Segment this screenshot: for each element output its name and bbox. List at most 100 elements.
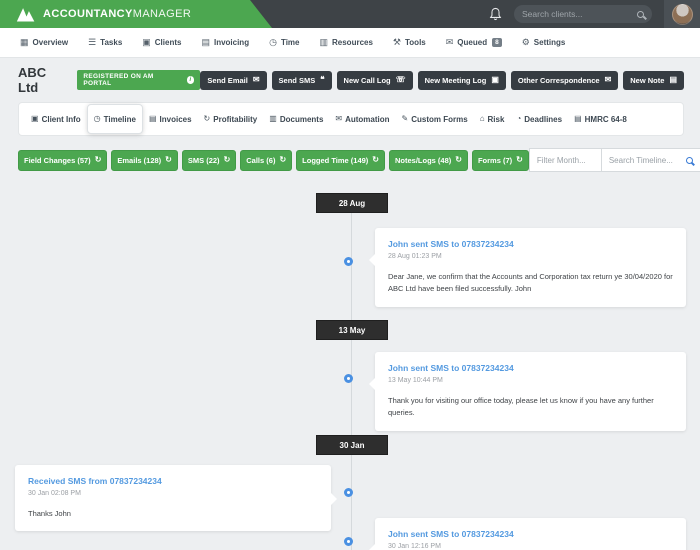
tab-label: Invoices — [159, 114, 192, 124]
timeline-entry-body: Thank you for visiting our office today,… — [388, 396, 654, 418]
client-identity: ABC Ltd REGISTERED ON AM PORTAL i — [18, 65, 201, 95]
new-meeting-log-button[interactable]: New Meeting Log ▣ — [417, 70, 506, 90]
timeline-card-sms-received: Received SMS from 07837234234 30 Jan 02:… — [15, 465, 337, 532]
timeline-node-dot — [344, 537, 353, 546]
timeline-date-chip: 13 May — [316, 320, 388, 340]
timeline-card-sms-sent: John sent SMS to 07837234234 13 May 10:4… — [369, 352, 686, 431]
button-label: New Call Log — [343, 75, 391, 85]
filter-forms-button[interactable]: Forms (7) ↻ — [471, 149, 529, 171]
button-label: New Meeting Log — [424, 75, 487, 85]
user-avatar[interactable] — [671, 3, 693, 25]
nav-item-settings[interactable]: ⚙ Settings — [512, 28, 576, 58]
send-email-button[interactable]: Send Email ✉ — [200, 70, 267, 90]
tab-profitability[interactable]: ↻ Profitability — [198, 102, 264, 136]
tab-client-info[interactable]: ▣ Client Info — [25, 102, 87, 136]
new-call-log-button[interactable]: New Call Log ☏ — [336, 70, 413, 90]
timeline-feed: 28 Aug John sent SMS to 07837234234 28 A… — [0, 188, 700, 550]
filter-label: SMS (22) — [187, 155, 220, 165]
nav-label: Tasks — [100, 38, 123, 47]
tab-timeline[interactable]: ◷ Timeline — [86, 104, 143, 134]
user-menu[interactable] — [664, 0, 700, 28]
tab-label: Documents — [279, 114, 324, 124]
filter-label: Field Changes (57) — [24, 155, 91, 165]
button-label: New Note — [630, 75, 665, 85]
nav-item-clients[interactable]: ▣ Clients — [132, 28, 191, 58]
top-header: ACCOUNTANCYMANAGER — [0, 0, 700, 28]
timeline-entry-link[interactable]: John sent SMS to 07837234234 — [388, 529, 673, 539]
filter-month-input[interactable] — [528, 148, 601, 172]
tab-label: Automation — [345, 114, 390, 124]
envelope-icon: ✉ — [604, 75, 612, 84]
filter-label: Forms (7) — [477, 155, 513, 165]
timeline-search — [600, 148, 700, 172]
timeline-clock-icon: ◷ — [93, 114, 101, 123]
button-label: Other Correspondence — [517, 75, 600, 85]
send-sms-button[interactable]: Send SMS ❝ — [271, 70, 332, 90]
timeline-entry-time: 30 Jan 12:16 PM — [388, 543, 441, 550]
timeline-entry-time: 28 Aug 01:23 PM — [388, 253, 442, 260]
timeline-search-group — [528, 148, 700, 172]
notifications-bell-icon[interactable] — [489, 7, 502, 21]
filter-sms-button[interactable]: SMS (22) ↻ — [181, 149, 237, 171]
brand-logo-icon — [16, 8, 35, 22]
nav-label: Tools — [405, 38, 426, 47]
custom-forms-pencil-icon: ✎ — [401, 114, 409, 123]
risk-bank-icon: ⌂ — [479, 114, 485, 123]
tab-label: Client Info — [41, 114, 81, 124]
tab-automation[interactable]: ✉ Automation — [329, 102, 395, 136]
filter-field-changes-button[interactable]: Field Changes (57) ↻ — [18, 149, 108, 171]
timeline-node-dot — [344, 488, 353, 497]
tab-documents[interactable]: ▥ Documents — [263, 102, 329, 136]
timeline-entry-link[interactable]: Received SMS from 07837234234 — [28, 476, 318, 486]
documents-folder-icon: ▥ — [269, 114, 277, 123]
overview-grid-icon: ▦ — [20, 37, 29, 47]
timeline-node-dot — [344, 257, 353, 266]
filter-label: Emails (128) — [117, 155, 162, 165]
nav-item-queued[interactable]: ✉ Queued 8 — [436, 28, 512, 58]
timeline-search-input[interactable] — [601, 149, 686, 171]
filter-label: Logged Time (149) — [302, 155, 369, 165]
brand-name: ACCOUNTANCYMANAGER — [43, 8, 191, 20]
hmrc-document-icon: ▤ — [574, 114, 582, 123]
refresh-icon: ↻ — [372, 155, 379, 164]
filter-calls-button[interactable]: Calls (6) ↻ — [240, 149, 293, 171]
search-icon[interactable] — [685, 156, 693, 164]
search-icon[interactable] — [637, 10, 644, 18]
resources-book-icon: ▥ — [319, 37, 328, 47]
filter-emails-button[interactable]: Emails (128) ↻ — [111, 149, 178, 171]
button-label: Send Email — [207, 75, 248, 85]
tab-risk[interactable]: ⌂ Risk — [474, 102, 511, 136]
button-label: Send SMS — [278, 75, 316, 85]
tab-label: Deadlines — [524, 114, 563, 124]
nav-item-tasks[interactable]: ☰ Tasks — [78, 28, 132, 58]
timeline-entry-body: Dear Jane, we confirm that the Accounts … — [388, 272, 673, 294]
refresh-icon: ↻ — [516, 155, 523, 164]
other-correspondence-button[interactable]: Other Correspondence ✉ — [510, 70, 619, 90]
nav-item-time[interactable]: ◷ Time — [259, 28, 309, 58]
automation-envelope-icon: ✉ — [335, 114, 343, 123]
timeline-entry-link[interactable]: John sent SMS to 07837234234 — [388, 239, 673, 249]
tab-label: Risk — [487, 114, 505, 124]
filter-notes-logs-button[interactable]: Notes/Logs (48) ↻ — [388, 149, 468, 171]
filter-logged-time-button[interactable]: Logged Time (149) ↻ — [296, 149, 385, 171]
nav-item-tools[interactable]: ⚒ Tools — [383, 28, 436, 58]
phone-icon: ☏ — [395, 75, 406, 84]
refresh-icon: ↻ — [223, 155, 231, 164]
nav-label: Overview — [32, 38, 69, 47]
new-note-button[interactable]: New Note ▤ — [623, 70, 684, 90]
tab-deadlines[interactable]: ◔ Deadlines — [510, 102, 568, 136]
nav-item-resources[interactable]: ▥ Resources — [309, 28, 382, 58]
nav-label: Invoicing — [213, 38, 250, 47]
tab-invoices[interactable]: ▤ Invoices — [143, 102, 198, 136]
client-search-input[interactable] — [522, 9, 637, 19]
client-info-icon: ▣ — [31, 114, 39, 123]
tab-label: Profitability — [213, 114, 258, 124]
app-window: ACCOUNTANCYMANAGER ▦Overview ☰Tasks ▣Cli… — [0, 0, 700, 550]
portal-badge-label: REGISTERED ON AM PORTAL — [83, 73, 154, 87]
nav-label: Queued — [457, 38, 488, 47]
tab-custom-forms[interactable]: ✎ Custom Forms — [396, 102, 474, 136]
nav-item-invoicing[interactable]: ▤ Invoicing — [191, 28, 259, 58]
timeline-entry-link[interactable]: John sent SMS to 07837234234 — [388, 363, 673, 373]
tab-hmrc-64-8[interactable]: ▤ HMRC 64-8 — [568, 102, 633, 136]
nav-item-overview[interactable]: ▦ Overview — [10, 28, 78, 58]
